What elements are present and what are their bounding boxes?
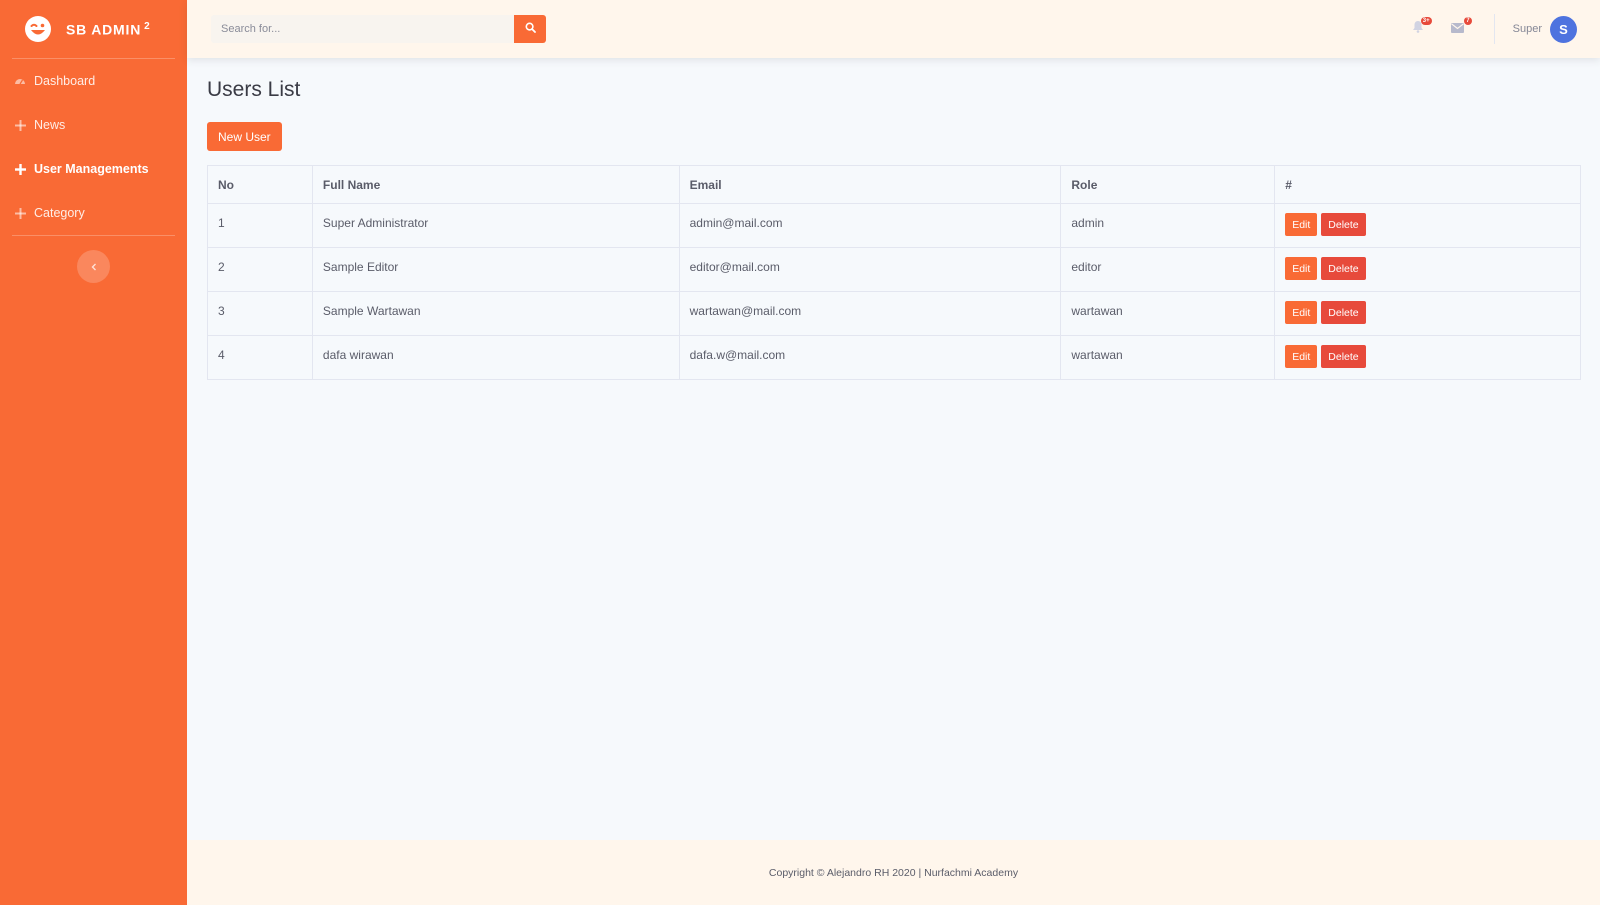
cell-full-name: Sample Wartawan — [311, 291, 680, 336]
topbar: 3+ 7 Super S — [187, 0, 1600, 58]
messages-dropdown[interactable]: 7 — [1448, 17, 1472, 39]
messages-badge: 7 — [1464, 17, 1472, 25]
column-header-no: No — [207, 165, 313, 204]
sidebar-item-news[interactable]: News — [0, 103, 187, 147]
cell-role: admin — [1060, 203, 1276, 248]
edit-button[interactable]: Edit — [1285, 301, 1318, 324]
cell-email: wartawan@mail.com — [678, 291, 1062, 336]
cell-no: 1 — [207, 203, 313, 248]
cell-actions: Edit Delete — [1274, 291, 1581, 336]
topbar-right: 3+ 7 Super S — [1398, 0, 1600, 58]
footer: Copyright © Alejandro RH 2020 | Nurfachm… — [187, 840, 1600, 905]
edit-button[interactable]: Edit — [1285, 257, 1318, 280]
topbar-divider — [1493, 14, 1495, 44]
plus-icon — [14, 163, 26, 175]
sidebar-item-category[interactable]: Category — [0, 191, 187, 235]
cell-no: 4 — [207, 335, 313, 380]
sidebar-toggle-wrap — [0, 236, 187, 283]
cell-role: wartawan — [1060, 291, 1276, 336]
column-header-full-name: Full Name — [311, 165, 680, 204]
envelope-icon — [1451, 20, 1465, 38]
cell-role: wartawan — [1060, 335, 1276, 380]
table-row: 4 dafa wirawan dafa.w@mail.com wartawan … — [207, 335, 1581, 380]
plus-icon — [14, 207, 26, 219]
copyright-text: Copyright © Alejandro RH 2020 | Nurfachm… — [768, 866, 1019, 879]
sidebar-brand[interactable]: SB ADMIN 2 — [0, 0, 187, 58]
column-header-role: Role — [1060, 165, 1276, 204]
delete-button[interactable]: Delete — [1321, 345, 1366, 368]
cell-email: dafa.w@mail.com — [678, 335, 1062, 380]
table-row: 2 Sample Editor editor@mail.com editor E… — [207, 247, 1581, 292]
edit-button[interactable]: Edit — [1285, 213, 1318, 236]
chevron-left-icon — [90, 259, 98, 274]
topbar-search — [211, 15, 546, 43]
sidebar-item-label: User Managements — [34, 162, 149, 176]
cell-actions: Edit Delete — [1274, 335, 1581, 380]
tachometer-icon — [14, 75, 26, 87]
delete-button[interactable]: Delete — [1321, 257, 1366, 280]
sidebar-toggle-button[interactable] — [77, 250, 110, 283]
table-header-row: No Full Name Email Role # — [207, 165, 1581, 204]
cell-no: 3 — [207, 291, 313, 336]
search-button[interactable] — [514, 15, 546, 43]
sidebar-item-label: Category — [34, 206, 85, 220]
cell-full-name: Sample Editor — [311, 247, 680, 292]
cell-actions: Edit Delete — [1274, 203, 1581, 248]
user-name[interactable]: Super — [1513, 23, 1542, 35]
cell-actions: Edit Delete — [1274, 247, 1581, 292]
sidebar-item-label: Dashboard — [34, 74, 96, 88]
users-table: No Full Name Email Role # 1 Super Admini… — [207, 165, 1581, 380]
laugh-wink-icon — [24, 15, 52, 43]
delete-button[interactable]: Delete — [1321, 301, 1366, 324]
alerts-dropdown[interactable]: 3+ — [1408, 17, 1432, 39]
edit-button[interactable]: Edit — [1285, 345, 1318, 368]
column-header-actions: # — [1274, 165, 1581, 204]
cell-no: 2 — [207, 247, 313, 292]
cell-email: admin@mail.com — [678, 203, 1062, 248]
plus-icon — [14, 119, 26, 131]
cell-email: editor@mail.com — [678, 247, 1062, 292]
page-title: Users List — [207, 78, 301, 101]
delete-button[interactable]: Delete — [1321, 213, 1366, 236]
sidebar: SB ADMIN 2 Dashboard News User Management… — [0, 0, 187, 905]
sidebar-item-user-managements[interactable]: User Managements — [0, 147, 187, 191]
search-input[interactable] — [211, 15, 514, 43]
avatar[interactable]: S — [1550, 15, 1577, 43]
column-header-email: Email — [678, 165, 1062, 204]
table-row: 3 Sample Wartawan wartawan@mail.com wart… — [207, 291, 1581, 336]
cell-full-name: dafa wirawan — [311, 335, 680, 380]
cell-role: editor — [1060, 247, 1276, 292]
alerts-badge: 3+ — [1420, 17, 1432, 25]
sidebar-item-label: News — [34, 118, 66, 132]
table-row: 1 Super Administrator admin@mail.com adm… — [207, 203, 1581, 248]
brand-name: SB ADMIN 2 — [66, 20, 151, 38]
sidebar-item-dashboard[interactable]: Dashboard — [0, 59, 187, 103]
search-icon — [524, 20, 536, 38]
cell-full-name: Super Administrator — [311, 203, 680, 248]
new-user-button[interactable]: New User — [207, 122, 282, 151]
main-content: Users List New User No Full Name Email R… — [187, 58, 1600, 840]
